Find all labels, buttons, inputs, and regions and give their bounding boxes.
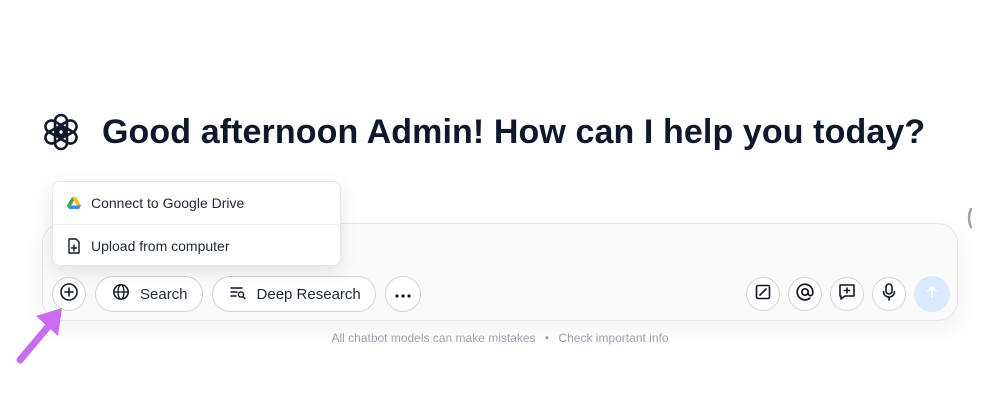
google-drive-icon [67, 195, 81, 211]
list-search-icon [229, 283, 247, 305]
page-footer-area [0, 375, 1000, 400]
chat-home-page: Good afternoon Admin! How can I help you… [0, 0, 1000, 400]
at-sign-icon [795, 282, 815, 307]
more-button[interactable] [384, 276, 421, 312]
disclaimer-left: All chatbot models can make mistakes [331, 331, 536, 345]
new-prompt-button[interactable] [830, 277, 864, 311]
menu-item-label: Connect to Google Drive [91, 195, 245, 211]
openai-logo-icon [40, 111, 82, 153]
canvas-button[interactable] [746, 277, 780, 311]
more-dots-icon [395, 285, 411, 303]
add-message-icon [837, 282, 857, 307]
composer-toolbar-left: Search Deep Research [52, 275, 421, 313]
mention-button[interactable] [788, 277, 822, 311]
deep-research-button[interactable]: Deep Research [211, 276, 376, 312]
send-button[interactable] [914, 276, 950, 312]
edit-square-icon [754, 283, 772, 306]
menu-item-google-drive[interactable]: Connect to Google Drive [53, 182, 340, 224]
globe-icon [112, 283, 130, 305]
greeting-row: Good afternoon Admin! How can I help you… [40, 108, 925, 156]
menu-item-label: Upload from computer [91, 237, 230, 254]
disclaimer-right: Check important info [558, 331, 669, 345]
search-button-label: Search [140, 285, 188, 303]
page-title: Good afternoon Admin! How can I help you… [102, 112, 926, 151]
panel-handle-icon[interactable] [966, 207, 973, 229]
menu-item-upload[interactable]: Upload from computer [53, 224, 340, 266]
deep-research-label: Deep Research [256, 285, 361, 303]
file-upload-icon [67, 237, 81, 254]
search-button[interactable]: Search [95, 276, 203, 312]
microphone-icon [880, 282, 898, 307]
voice-input-button[interactable] [872, 277, 906, 311]
disclaimer-separator: • [544, 331, 550, 345]
composer-toolbar-right [746, 276, 950, 312]
pointer-arrow-icon [12, 300, 72, 370]
attach-menu: Connect to Google Drive Upload from comp… [52, 181, 341, 266]
disclaimer: All chatbot models can make mistakes • C… [0, 331, 1000, 345]
send-arrow-icon [924, 284, 940, 305]
